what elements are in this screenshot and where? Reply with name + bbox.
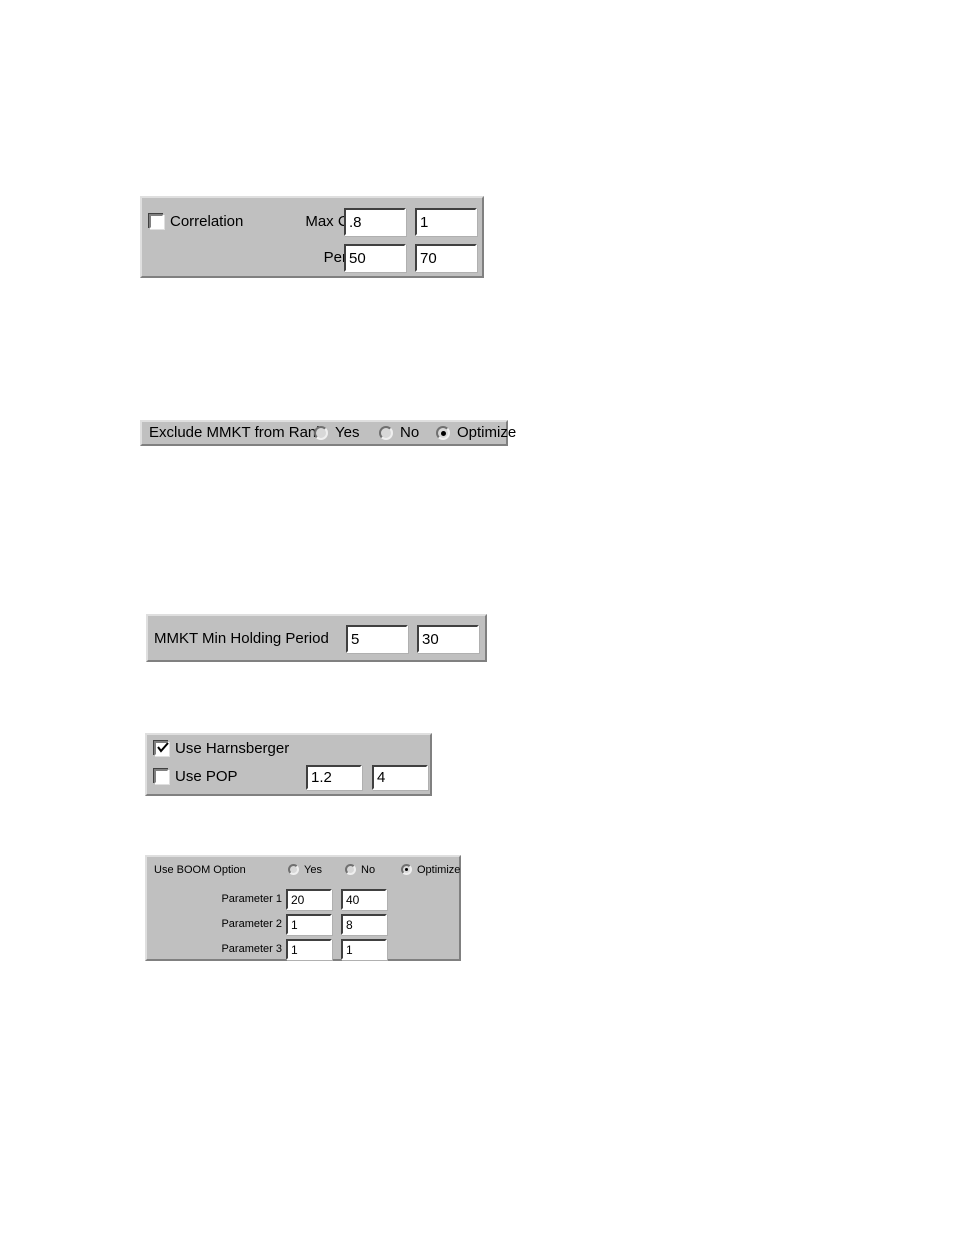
period-low-input[interactable]: 50 bbox=[344, 244, 406, 272]
use-pop-high-input[interactable]: 4 bbox=[372, 765, 428, 790]
exclude-mmkt-radio-optimize[interactable] bbox=[436, 426, 450, 440]
boom-panel: Use BOOM Option Yes No Optimize Paramete… bbox=[145, 855, 461, 961]
boom-radio-yes[interactable] bbox=[288, 864, 299, 875]
correlation-panel: Correlation Max Corr .8 1 Period 50 70 bbox=[140, 196, 484, 278]
correlation-checkbox[interactable] bbox=[149, 214, 164, 229]
harnsberger-panel: Use Harnsberger Use POP 1.2 4 bbox=[145, 733, 432, 796]
exclude-mmkt-radio-yes[interactable] bbox=[314, 426, 328, 440]
period-high-input[interactable]: 70 bbox=[415, 244, 477, 272]
mmkt-holding-high-input[interactable]: 30 bbox=[417, 625, 479, 653]
boom-parameter-3-label: Parameter 3 bbox=[221, 943, 282, 955]
max-corr-low-input[interactable]: .8 bbox=[344, 208, 406, 236]
use-pop-label: Use POP bbox=[175, 768, 238, 785]
mmkt-holding-label: MMKT Min Holding Period bbox=[154, 630, 329, 647]
checkmark-icon bbox=[157, 742, 169, 754]
mmkt-holding-panel: MMKT Min Holding Period 5 30 bbox=[146, 614, 487, 662]
max-corr-high-input[interactable]: 1 bbox=[415, 208, 477, 236]
boom-parameter-1-label: Parameter 1 bbox=[221, 893, 282, 905]
boom-parameter-3-high-input[interactable]: 1 bbox=[341, 939, 387, 960]
exclude-mmkt-radio-yes-label: Yes bbox=[335, 424, 360, 441]
boom-radio-no-label: No bbox=[361, 864, 376, 876]
boom-title-label: Use BOOM Option bbox=[154, 864, 246, 876]
boom-radio-optimize-label: Optimize bbox=[417, 864, 461, 876]
boom-radio-no[interactable] bbox=[345, 864, 356, 875]
exclude-mmkt-radio-optimize-label: Optimize bbox=[457, 424, 517, 441]
boom-parameter-1-low-input[interactable]: 20 bbox=[286, 889, 332, 910]
use-pop-checkbox[interactable] bbox=[154, 769, 169, 784]
use-harnsberger-label: Use Harnsberger bbox=[175, 740, 290, 757]
exclude-mmkt-panel: Exclude MMKT from Rank Yes No Optimize bbox=[140, 420, 516, 446]
use-harnsberger-checkbox[interactable] bbox=[154, 741, 169, 756]
mmkt-holding-low-input[interactable]: 5 bbox=[346, 625, 408, 653]
boom-radio-optimize[interactable] bbox=[401, 864, 412, 875]
exclude-mmkt-radio-no-label: No bbox=[400, 424, 420, 441]
boom-radio-yes-label: Yes bbox=[304, 864, 322, 876]
exclude-mmkt-radio-no[interactable] bbox=[379, 426, 393, 440]
correlation-label: Correlation bbox=[170, 213, 244, 230]
boom-parameter-1-high-input[interactable]: 40 bbox=[341, 889, 387, 910]
use-pop-low-input[interactable]: 1.2 bbox=[306, 765, 362, 790]
boom-parameter-2-low-input[interactable]: 1 bbox=[286, 914, 332, 935]
boom-parameter-2-high-input[interactable]: 8 bbox=[341, 914, 387, 935]
radio-dot-icon bbox=[405, 868, 408, 871]
boom-parameter-2-label: Parameter 2 bbox=[221, 918, 282, 930]
radio-dot-icon bbox=[440, 430, 446, 436]
exclude-mmkt-label: Exclude MMKT from Rank bbox=[149, 424, 324, 441]
boom-parameter-3-low-input[interactable]: 1 bbox=[286, 939, 332, 960]
